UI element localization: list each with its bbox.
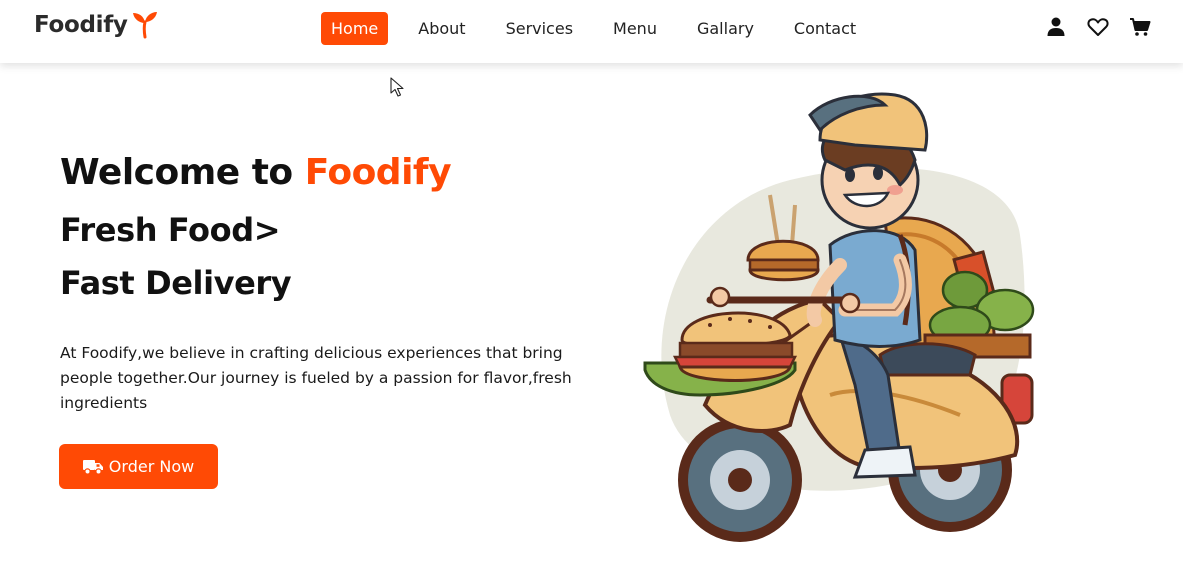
main-nav: Home About Services Menu Gallary Contact	[321, 12, 886, 45]
navbar: Foodify Home About Services Menu Gallary…	[0, 0, 1183, 63]
order-now-button[interactable]: Order Now	[59, 444, 218, 489]
hero-subtitle-fast-delivery: Fast Delivery	[60, 264, 292, 302]
truck-icon	[82, 460, 103, 475]
order-now-label: Order Now	[108, 457, 195, 476]
logo[interactable]: Foodify	[34, 11, 159, 39]
nav-services[interactable]: Services	[496, 12, 583, 45]
heart-icon[interactable]	[1087, 16, 1109, 38]
hero-subtitle-fresh-food: Fresh Food>	[60, 211, 281, 249]
user-icon[interactable]	[1045, 16, 1067, 38]
nav-home[interactable]: Home	[321, 12, 389, 45]
sprout-icon	[132, 12, 157, 39]
hero-description: At Foodify,we believe in crafting delici…	[60, 344, 572, 412]
hero-title-prefix: Welcome to	[60, 152, 293, 193]
nav-gallary[interactable]: Gallary	[687, 12, 764, 45]
nav-icons	[1045, 16, 1151, 38]
cart-icon[interactable]	[1129, 16, 1151, 38]
delivery-scooter-illustration	[643, 92, 1035, 542]
nav-about[interactable]: About	[408, 12, 475, 45]
nav-contact[interactable]: Contact	[784, 12, 866, 45]
hero-title: Welcome to Foodify	[60, 152, 452, 193]
hero-title-brand: Foodify	[304, 152, 452, 193]
mouse-cursor-icon	[390, 77, 404, 97]
logo-text: Foodify	[34, 12, 128, 38]
nav-menu[interactable]: Menu	[603, 12, 667, 45]
